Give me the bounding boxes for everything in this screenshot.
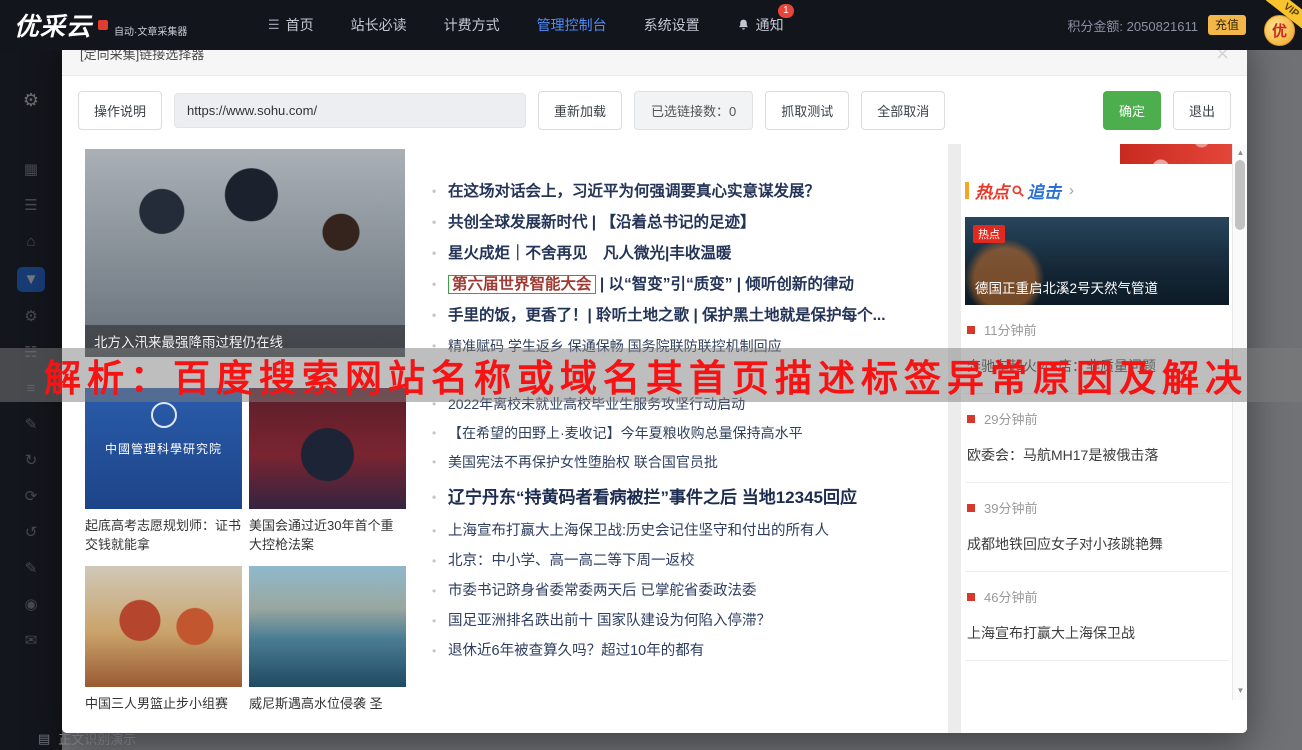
menu-item-home[interactable]: ☰ 首页 [268,15,314,35]
menu-item-settings[interactable]: 系统设置 [644,15,700,35]
red-square-bullet [967,326,975,334]
venice-photo [249,566,406,687]
modal-toolbar: 操作说明 重新加载 已选链接数：0 抓取测试 全部取消 确定 退出 [62,76,1247,144]
accent-bar [965,182,969,199]
app-logo-subtitle: 自动·文章采集器 [114,23,187,38]
institute-photo: 中國管理科學研究院 [85,388,242,509]
news-card[interactable]: 中国三人男篮止步小组赛 [85,566,242,713]
news-link[interactable]: 北京：中小学、高一高二等下周一返校 [430,552,958,570]
watermark-text: 解析：百度搜索网站名称或域名其首页描述标签异常原因及解决 [0,348,1248,402]
news-link[interactable]: 在这场对话会上，习近平为何强调要真心实意谋发展？ [430,182,958,201]
scrollbar-thumb[interactable] [1235,160,1245,230]
news-link[interactable]: 美国宪法不再保护女性堕胎权 联合国官员批 [430,453,958,471]
corner-brand-icon[interactable]: 优 [1264,15,1295,46]
hot-badge: 热点 [973,225,1005,243]
news-card[interactable]: 中國管理科學研究院 起底高考志愿规划师：证书交钱就能拿 [85,388,242,554]
hamburger-icon: ☰ [268,17,280,33]
emblem-icon [151,402,177,428]
help-button[interactable]: 操作说明 [78,91,162,130]
bell-icon [737,18,750,32]
page-scrollbar: ▲ ▼ [1232,144,1247,700]
reload-button[interactable]: 重新加载 [538,91,622,130]
hot-topics-sidebar: 热点 追击 › 热点 德国正重启北溪2号天然气管道 11分钟前 奔驰车起火 4S… [965,178,1229,661]
news-link[interactable]: 国足亚洲排名跌出前十 国家队建设为何陷入停滞？ [430,612,958,630]
scroll-down-arrow[interactable]: ▼ [1233,684,1247,698]
hot-list-item[interactable]: 29分钟前 欧委会：马航MH17是被俄击落 [965,394,1229,483]
app-logo-text: 优采云 [14,7,92,43]
embedded-webpage: xuexi 北方入汛来最强降雨过程仍在线 中國管理科學研究院 起底高考志愿规划师… [62,144,1247,733]
notification-badge: 1 [778,4,794,18]
selected-links-count: 已选链接数：0 [634,91,753,130]
news-link[interactable]: 上海宣布打赢大上海保卫战:历史会记住坚守和付出的所有人 [430,522,958,540]
main-menu: ☰ 首页 站长必读 计费方式 管理控制台 系统设置 通知 1 [268,15,784,35]
logo-accent-icon [98,20,108,30]
news-card[interactable]: 威尼斯遇高水位侵袭 圣 [249,566,406,713]
news-link[interactable]: 第六届世界智能大会 | 以“智变”引“质变” | 倾听创新的律动 [430,275,958,294]
news-link[interactable]: 【在希望的田野上·麦收记】今年夏粮收购总量保持高水平 [430,424,958,442]
hot-featured-story[interactable]: 热点 德国正重启北溪2号天然气管道 [965,217,1229,305]
news-link[interactable]: 共创全球发展新时代 | 【沿着总书记的足迹】 [430,213,958,232]
points-balance: 积分金额: 2050821611 [1067,16,1198,35]
news-link[interactable]: 市委书记跻身省委常委两天后 已掌舵省委政法委 [430,582,958,600]
recharge-button[interactable]: 充值 [1208,15,1246,35]
banner-graphic [1120,144,1247,164]
content-divider [948,144,961,733]
exit-button[interactable]: 退出 [1173,91,1231,130]
news-card[interactable]: 美国会通过近30年首个重大控枪法案 [249,388,406,554]
selected-link-highlight[interactable]: 第六届世界智能大会 [448,275,596,294]
menu-item-must-read[interactable]: 站长必读 [351,15,407,35]
politics-photo [249,388,406,509]
hot-list-item[interactable]: 39分钟前 成都地铁回应女子对小孩跳艳舞 [965,483,1229,572]
document-icon: ▤ [38,731,50,747]
cancel-all-button[interactable]: 全部取消 [861,91,945,130]
grab-test-button[interactable]: 抓取测试 [765,91,849,130]
news-link[interactable]: 星火成炬｜不舍再见 凡人微光|丰收温暖 [430,244,958,263]
hot-topics-header[interactable]: 热点 追击 › [965,178,1229,203]
chevron-right-icon: › [1069,182,1074,199]
news-link[interactable]: 手里的饭，更香了！| 聆听土地之歌 | 保护黑土地就是保护每个... [430,306,958,325]
topbar: 优采云 自动·文章采集器 ☰ 首页 站长必读 计费方式 管理控制台 系统设置 通… [0,0,1302,50]
banner-ad[interactable]: xuexi [1120,144,1247,164]
basketball-photo [85,566,242,687]
confirm-button[interactable]: 确定 [1103,91,1161,130]
news-headline-list: 在这场对话会上，习近平为何强调要真心实意谋发展？ 共创全球发展新时代 | 【沿着… [430,182,958,672]
red-square-bullet [967,593,975,601]
topbar-right: 积分金额: 2050821611 充值 [1067,15,1246,35]
watermark-band: 解析：百度搜索网站名称或域名其首页描述标签异常原因及解决 [0,348,1302,402]
menu-item-billing[interactable]: 计费方式 [444,15,500,35]
red-square-bullet [967,504,975,512]
magnifier-icon [1011,184,1025,198]
menu-item-console[interactable]: 管理控制台 [537,15,607,35]
hero-news-photo[interactable]: 北方入汛来最强降雨过程仍在线 [85,149,405,357]
news-link[interactable]: 退休近6年被查算久吗？超过10年的都有 [430,642,958,660]
scroll-up-arrow[interactable]: ▲ [1233,146,1247,160]
red-square-bullet [967,415,975,423]
app-logo[interactable]: 优采云 自动·文章采集器 [14,7,252,43]
menu-item-notifications[interactable]: 通知 1 [737,15,784,35]
hot-list-item[interactable]: 46分钟前 上海宣布打赢大上海保卫战 [965,572,1229,661]
news-link[interactable]: 辽宁丹东“持黄码者看病被拦”事件之后 当地12345回应 [430,487,958,508]
url-input[interactable] [174,93,526,128]
